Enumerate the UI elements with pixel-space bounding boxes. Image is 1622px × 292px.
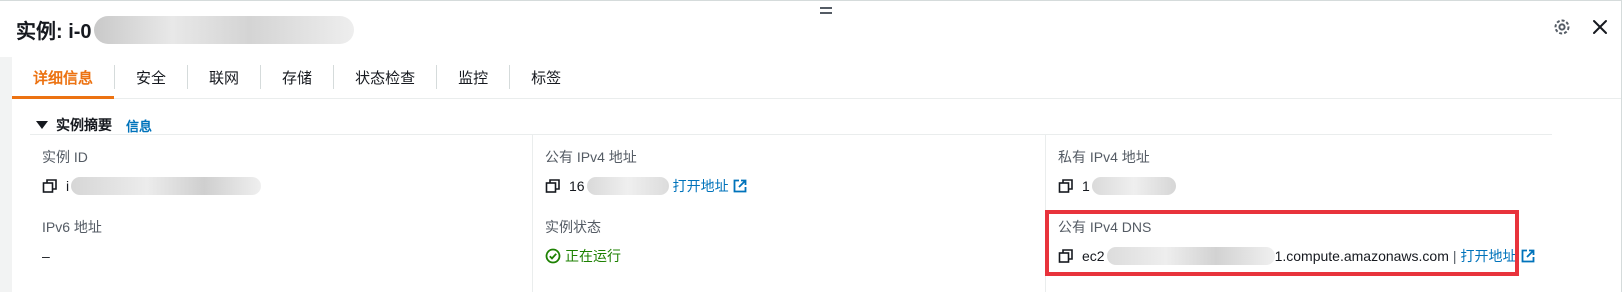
header-actions (1550, 15, 1612, 39)
private-ipv4-value: 1 (1058, 176, 1176, 196)
page-title: 实例: i-0 (16, 21, 92, 43)
redacted-value (586, 177, 669, 195)
tab-monitoring[interactable]: 监控 (437, 56, 509, 98)
public-ipv4-field: 公有 IPv4 地址 16 打开地址 (545, 147, 747, 196)
open-address-link[interactable]: 打开地址 (673, 176, 747, 196)
tab-details[interactable]: 详细信息 (12, 56, 115, 99)
summary-section-header[interactable]: 实例摘要 信息 (36, 115, 152, 135)
drag-handle-icon[interactable] (820, 7, 832, 17)
copy-icon[interactable] (545, 178, 561, 194)
tab-status-checks[interactable]: 状态检查 (334, 56, 436, 98)
instance-state-field: 实例状态 正在运行 (545, 217, 621, 266)
success-check-icon (545, 248, 561, 264)
private-ipv4-text: 1 (1082, 178, 1090, 194)
instance-id-field: 实例 ID i (42, 147, 262, 196)
ipv6-field: IPv6 地址 – (42, 217, 102, 266)
redacted-value (71, 177, 262, 195)
redacted-instance-id (93, 15, 354, 44)
copy-icon[interactable] (42, 178, 58, 194)
instance-header: 实例: i-0 (0, 0, 1622, 57)
tab-tags[interactable]: 标签 (510, 56, 582, 98)
tab-bar: 详细信息 安全 联网 存储 状态检查 监控 标签 (12, 56, 1622, 99)
open-address-text: 打开地址 (672, 178, 729, 194)
ipv6-value: – (42, 248, 50, 264)
highlight-box (1045, 210, 1519, 276)
private-ipv4-field: 私有 IPv4 地址 1 (1058, 147, 1176, 196)
info-link[interactable]: 信息 (126, 116, 152, 135)
public-ipv4-text: 16 (569, 178, 585, 194)
caret-down-icon[interactable] (36, 121, 48, 129)
tab-storage[interactable]: 存储 (261, 56, 333, 98)
redacted-value (1091, 177, 1176, 195)
column-1: 实例 ID i IPv6 地址 – (30, 135, 532, 292)
instance-id-value: i (42, 176, 262, 196)
tab-security[interactable]: 安全 (115, 56, 187, 98)
private-ipv4-label: 私有 IPv4 地址 (1058, 149, 1150, 165)
external-link-icon (1521, 249, 1534, 263)
tab-networking[interactable]: 联网 (188, 56, 260, 98)
section-title: 实例摘要 (56, 117, 112, 133)
instance-state-value: 正在运行 (545, 246, 621, 266)
instance-id-label: 实例 ID (42, 149, 88, 165)
column-2: 公有 IPv4 地址 16 打开地址 实例状态 正在运行 (532, 135, 1046, 292)
close-icon[interactable] (1588, 15, 1612, 39)
instance-id-text: i (66, 178, 70, 194)
settings-icon[interactable] (1550, 15, 1574, 39)
instance-state-label: 实例状态 (545, 219, 601, 235)
public-ipv4-value: 16 打开地址 (545, 176, 747, 196)
instance-state-text: 正在运行 (565, 248, 621, 264)
ipv6-label: IPv6 地址 (42, 219, 102, 235)
copy-icon[interactable] (1058, 178, 1074, 194)
public-ipv4-label: 公有 IPv4 地址 (545, 149, 637, 165)
external-link-icon (733, 179, 746, 193)
page-title-wrap: 实例: i-0 (16, 15, 354, 44)
